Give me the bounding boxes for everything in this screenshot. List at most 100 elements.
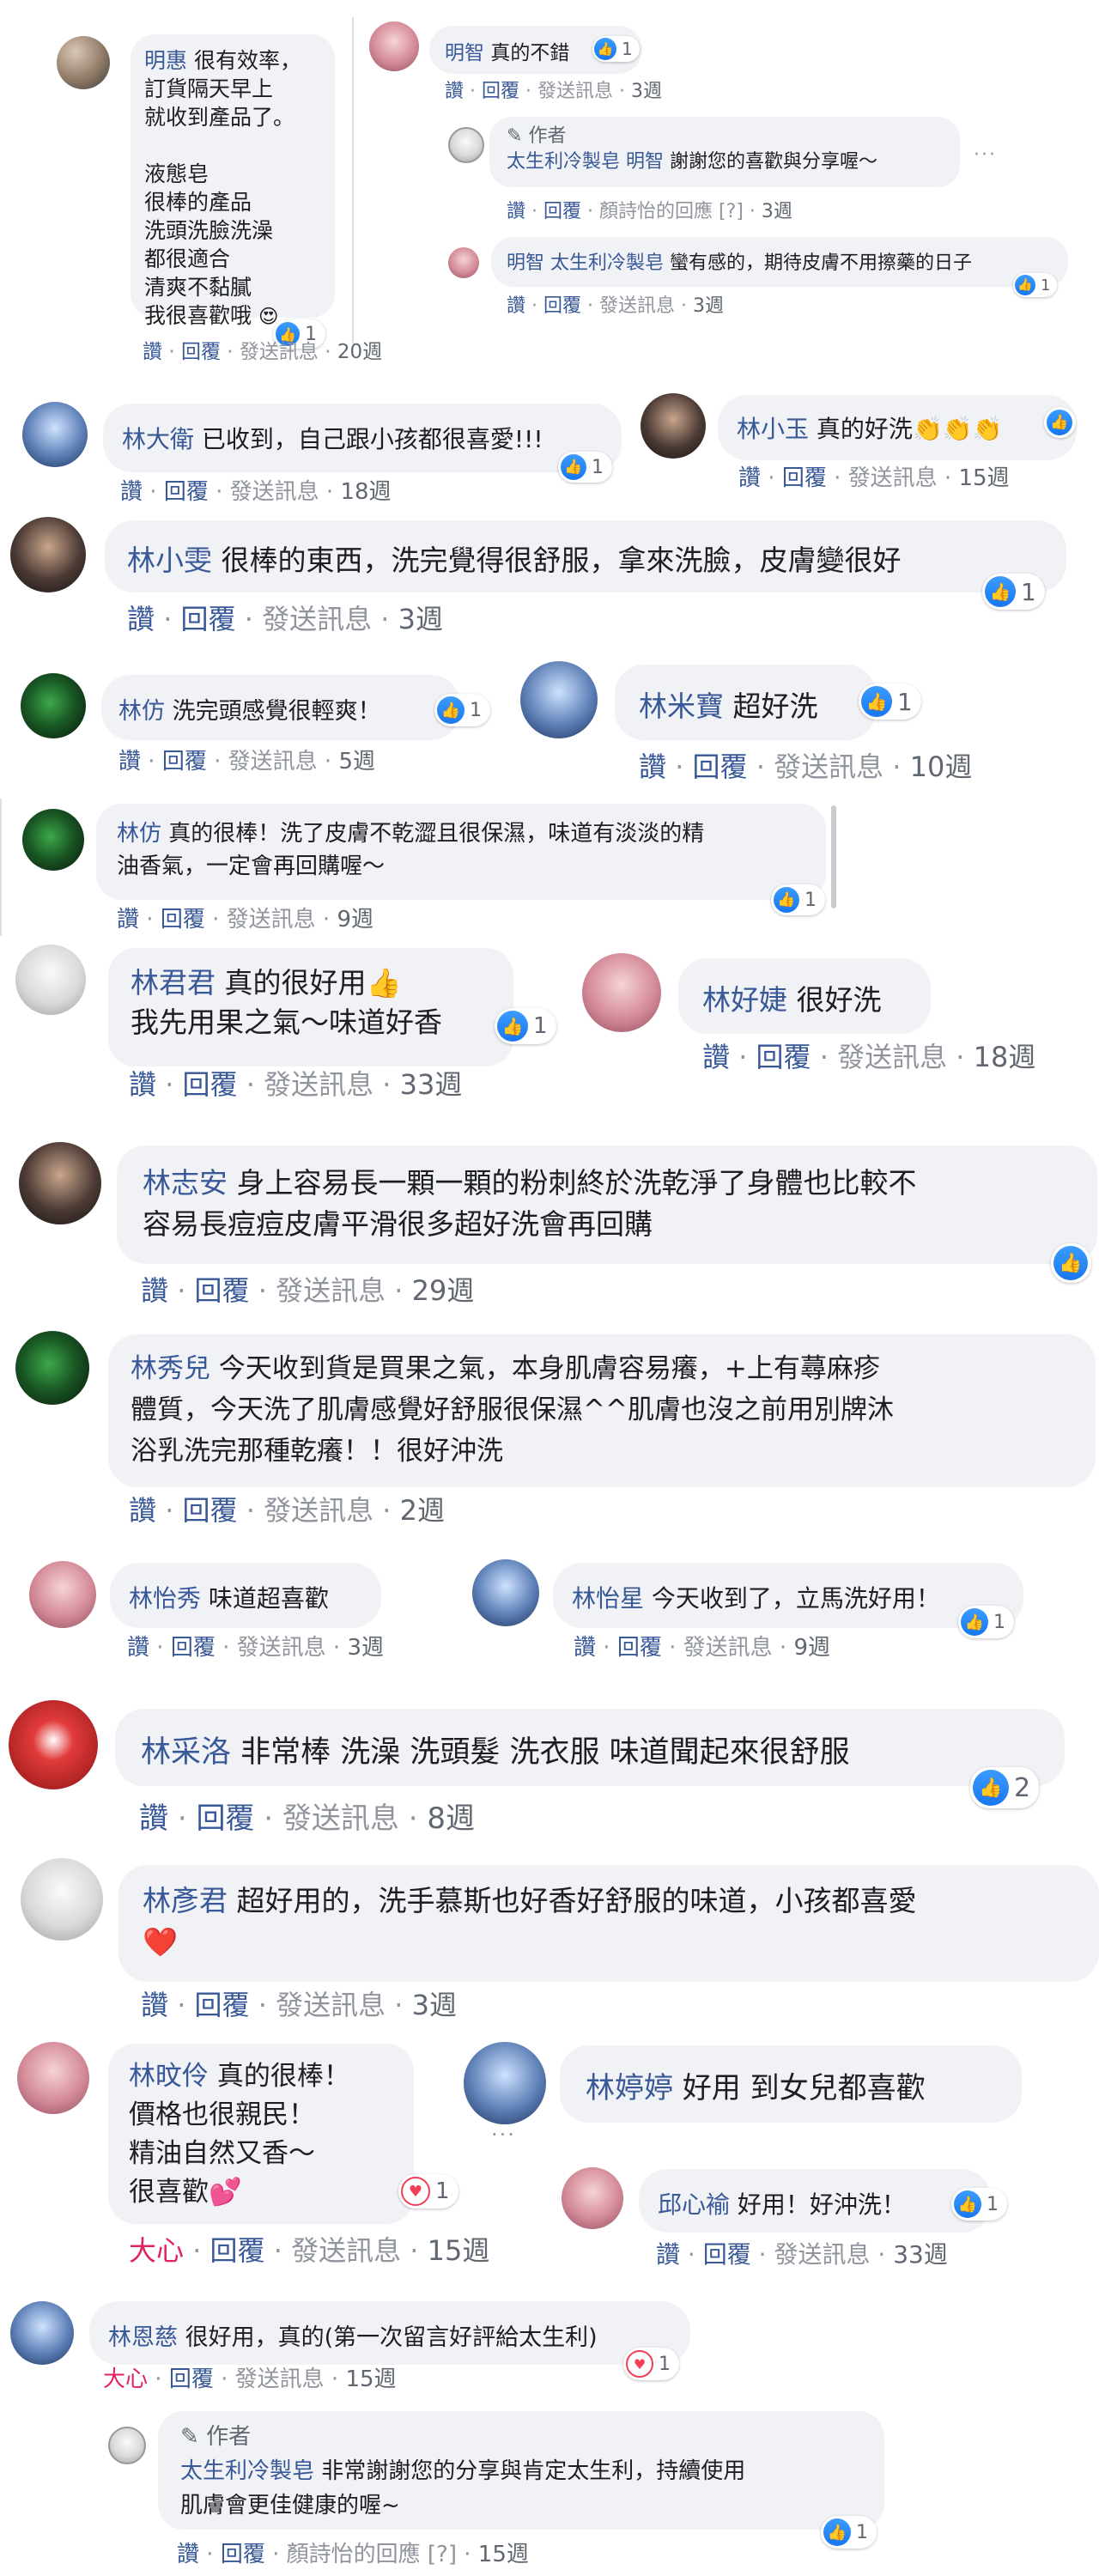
comment-author[interactable]: 林米寶 — [639, 690, 724, 723]
comment-author[interactable]: 林小玉 — [737, 415, 809, 443]
like-link[interactable]: 讚 — [574, 1635, 596, 1661]
reaction-count[interactable]: 👍 2 — [970, 1767, 1040, 1808]
timestamp[interactable]: 8週 — [427, 1801, 475, 1836]
timestamp[interactable]: 3週 — [412, 1989, 457, 2021]
timestamp[interactable]: 15週 — [958, 465, 1009, 491]
message-link[interactable]: 發送訊息 — [264, 1068, 373, 1101]
reaction-count[interactable]: 👍 1 — [951, 2188, 1007, 2221]
message-link[interactable]: 發送訊息 — [837, 1041, 947, 1073]
reaction-count[interactable]: 👍 1 — [982, 574, 1045, 610]
timestamp[interactable]: 3週 — [762, 201, 792, 222]
page-avatar[interactable] — [448, 127, 484, 163]
message-link[interactable]: 發送訊息 — [848, 465, 938, 491]
avatar[interactable] — [22, 402, 88, 467]
like-link[interactable]: 讚 — [177, 2542, 199, 2567]
reaction-count[interactable]: 👍 1 — [821, 2516, 877, 2549]
like-link[interactable]: 讚 — [445, 81, 464, 102]
reply-link[interactable]: 回覆 — [171, 1635, 216, 1661]
timestamp[interactable]: 18週 — [974, 1041, 1036, 1073]
reaction-count[interactable]: 👍 1 — [592, 36, 640, 62]
reaction-count[interactable]: 👍 1 — [434, 694, 490, 726]
avatar[interactable] — [19, 1142, 101, 1224]
love-link[interactable]: 大心 — [103, 2366, 148, 2392]
more-options-icon[interactable]: ··· — [974, 144, 997, 166]
reply-link[interactable]: 回覆 — [196, 1801, 254, 1836]
like-link[interactable]: 讚 — [129, 1494, 156, 1527]
like-link[interactable]: 讚 — [702, 1041, 730, 1073]
like-link[interactable]: 讚 — [143, 341, 162, 363]
page-avatar[interactable] — [108, 2427, 146, 2464]
message-link[interactable]: 發送訊息 — [276, 1274, 386, 1307]
more-options-icon[interactable]: ··· — [491, 2123, 516, 2147]
comment-author[interactable]: 林怡星 — [572, 1584, 644, 1613]
comment-author[interactable]: 太生利冷製皂 — [507, 151, 620, 173]
reaction-count[interactable]: 👍 — [1044, 407, 1076, 438]
timestamp[interactable]: 15週 — [345, 2366, 396, 2392]
comment-author[interactable]: 林志安 — [143, 1166, 228, 1200]
reaction-count[interactable]: 👍 — [1051, 1243, 1091, 1283]
timestamp[interactable]: 15週 — [478, 2542, 529, 2567]
message-link[interactable]: 發送訊息 — [230, 479, 319, 505]
avatar[interactable] — [9, 1700, 98, 1789]
timestamp[interactable]: 3週 — [398, 603, 443, 635]
like-link[interactable]: 讚 — [507, 201, 525, 222]
reaction-count[interactable]: 👍 1 — [558, 452, 612, 483]
comment-author[interactable]: 明智 — [445, 42, 484, 64]
like-link[interactable]: 讚 — [141, 1274, 168, 1307]
message-link[interactable]: 發送訊息 — [240, 341, 319, 363]
timestamp[interactable]: 3週 — [631, 81, 662, 102]
like-link[interactable]: 讚 — [118, 749, 141, 775]
timestamp[interactable]: 20週 — [337, 341, 382, 363]
reply-link[interactable]: 回覆 — [169, 2366, 214, 2392]
timestamp[interactable]: 9週 — [337, 907, 373, 933]
reply-link[interactable]: 回覆 — [183, 1068, 238, 1101]
like-link[interactable]: 讚 — [656, 2240, 680, 2269]
like-link[interactable]: 讚 — [129, 1068, 156, 1101]
message-link[interactable]: 發送訊息 — [774, 750, 883, 783]
avatar[interactable] — [21, 1858, 103, 1941]
message-link[interactable]: 發送訊息 — [282, 1801, 399, 1836]
comment-author[interactable]: 林怡秀 — [129, 1584, 201, 1613]
avatar[interactable] — [17, 2042, 89, 2114]
comment-author[interactable]: 林秀兒 — [131, 1353, 210, 1384]
avatar[interactable] — [520, 661, 598, 738]
message-link[interactable]: 發送訊息 — [235, 2366, 325, 2392]
mention-tag[interactable]: 太生利冷製皂 — [550, 252, 664, 274]
comment-author[interactable]: 邱心褕 — [658, 2190, 730, 2219]
comment-author[interactable]: 林大衛 — [122, 425, 194, 453]
scrollbar[interactable] — [831, 805, 836, 908]
reply-link[interactable]: 回覆 — [482, 81, 519, 102]
avatar[interactable] — [22, 809, 84, 871]
reply-link[interactable]: 回覆 — [221, 2542, 265, 2567]
reply-link[interactable]: 回覆 — [617, 1635, 662, 1661]
avatar[interactable] — [29, 1561, 96, 1628]
comment-author[interactable]: 林仿 — [118, 698, 165, 725]
reaction-count[interactable]: 👍 1 — [771, 884, 825, 915]
like-link[interactable]: 讚 — [738, 465, 761, 491]
reply-link[interactable]: 回覆 — [195, 1274, 250, 1307]
timestamp[interactable]: 10週 — [910, 750, 973, 783]
avatar[interactable] — [369, 21, 419, 71]
message-link[interactable]: 發送訊息 — [264, 1494, 373, 1527]
love-link[interactable]: 大心 — [129, 2234, 184, 2267]
message-link[interactable]: 發送訊息 — [291, 2234, 401, 2267]
like-link[interactable]: 讚 — [507, 295, 525, 317]
like-link[interactable]: 讚 — [141, 1989, 168, 2021]
timestamp[interactable]: 2週 — [400, 1494, 445, 1527]
reply-link[interactable]: 回覆 — [181, 341, 221, 363]
like-link[interactable]: 讚 — [127, 603, 155, 635]
avatar[interactable] — [464, 2042, 546, 2124]
reply-link[interactable]: 回覆 — [162, 749, 207, 775]
timestamp[interactable]: 3週 — [347, 1635, 384, 1661]
timestamp[interactable]: 5週 — [338, 749, 375, 775]
reply-link[interactable]: 回覆 — [756, 1041, 811, 1073]
message-link[interactable]: 發送訊息 — [537, 81, 613, 102]
reaction-count[interactable]: ♥ 1 — [398, 2174, 458, 2208]
avatar[interactable] — [10, 2301, 74, 2365]
like-link[interactable]: 讚 — [120, 479, 143, 505]
reply-link[interactable]: 回覆 — [782, 465, 827, 491]
comment-author[interactable]: 林婷婷 — [586, 2071, 673, 2105]
reply-link[interactable]: 回覆 — [693, 750, 748, 783]
message-link[interactable]: 發送訊息 — [683, 1635, 773, 1661]
timestamp[interactable]: 29週 — [412, 1274, 475, 1307]
